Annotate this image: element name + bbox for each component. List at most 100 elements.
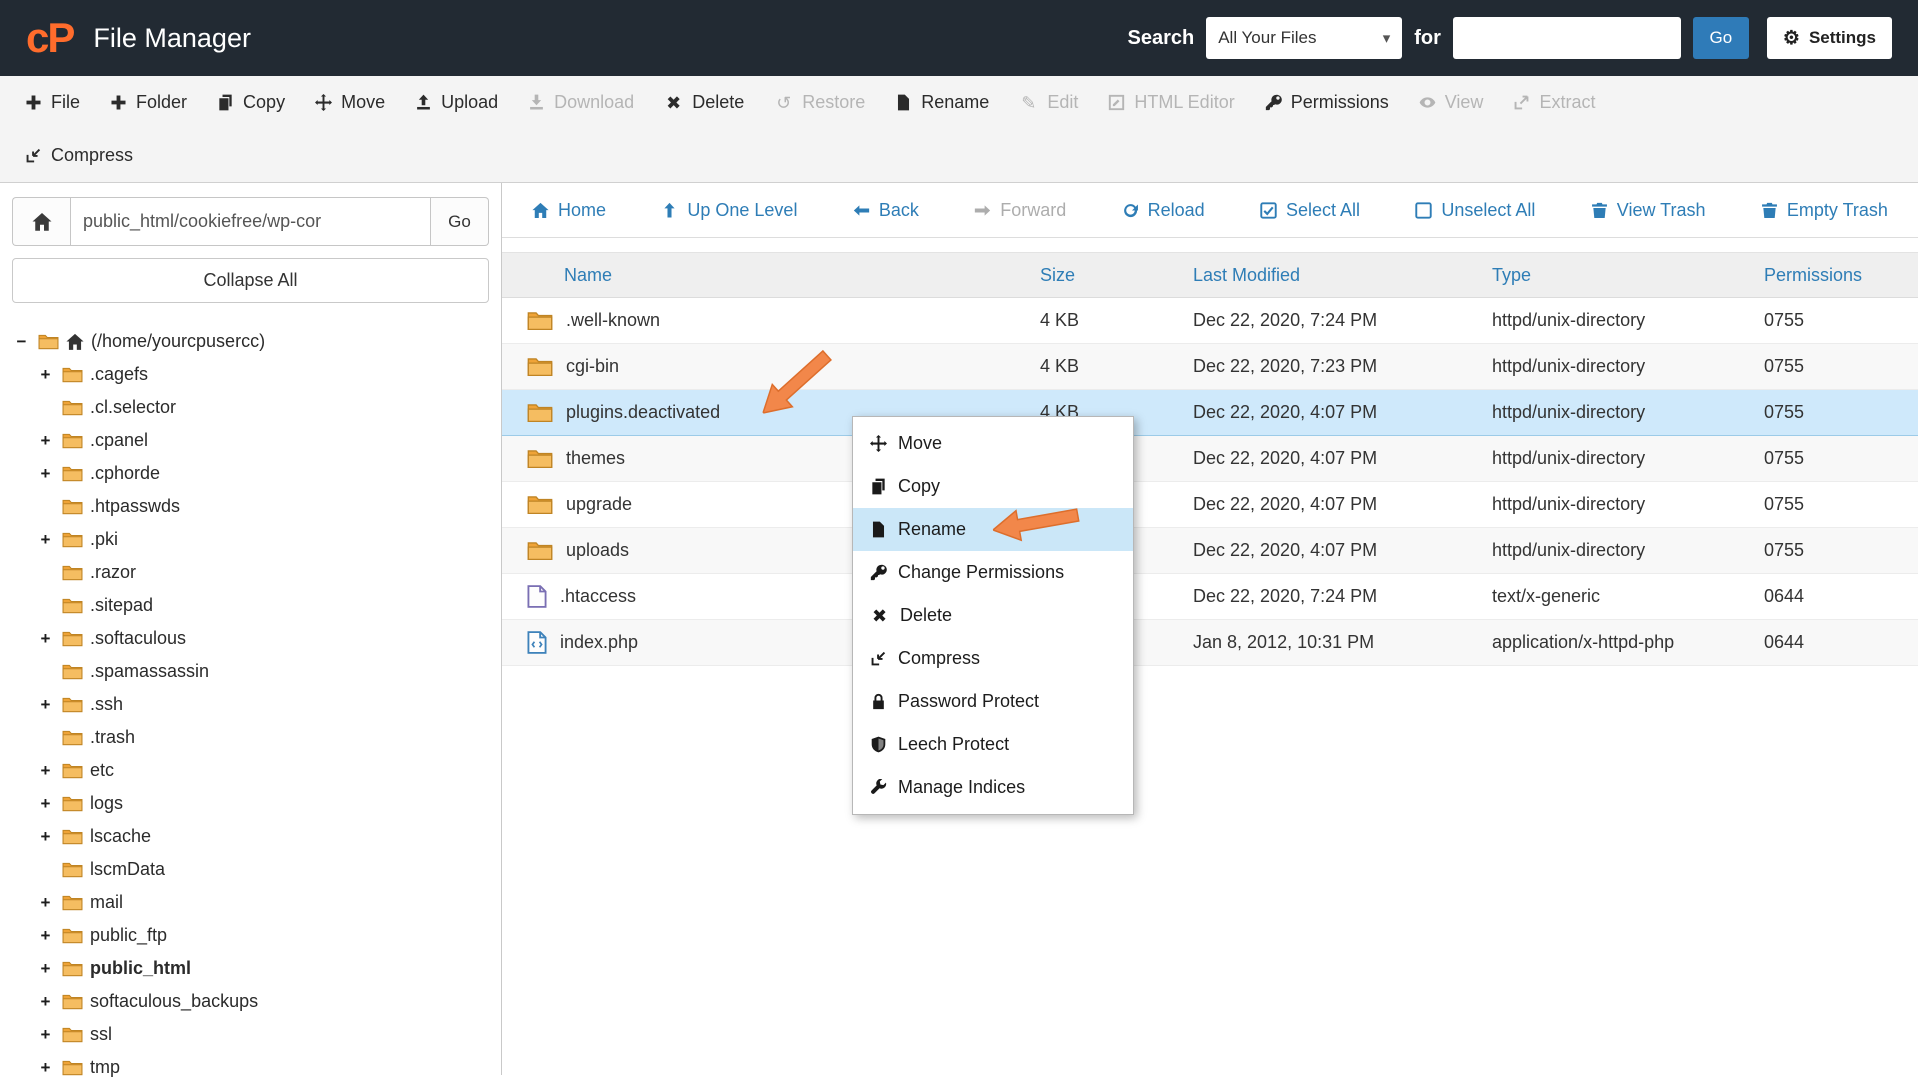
context-menu-manage-indices[interactable]: Manage Indices [853,766,1133,809]
nav-view-trash-button[interactable]: View Trash [1591,200,1706,221]
file-modified: Jan 8, 2012, 10:31 PM [1193,619,1492,666]
nav-unselect-all-button[interactable]: Unselect All [1415,200,1535,221]
folder-icon [527,494,553,515]
table-row[interactable]: uploads Dec 22, 2020, 4:07 PM httpd/unix… [502,527,1918,574]
table-row[interactable]: upgrade Dec 22, 2020, 4:07 PM httpd/unix… [502,481,1918,528]
tree-item-tmp[interactable]: + tmp [36,1051,489,1084]
nav-back-button[interactable]: Back [853,200,919,221]
menu-item-label: Compress [898,648,981,668]
column-header-size[interactable]: Size [1040,252,1193,298]
context-menu-change-permissions[interactable]: Change Permissions [853,551,1133,594]
expand-expander[interactable]: + [36,1058,55,1078]
context-menu-compress[interactable]: Compress [853,637,1133,680]
expand-expander[interactable]: + [36,959,55,979]
context-menu-leech-protect[interactable]: Leech Protect [853,723,1133,766]
file-type: httpd/unix-directory [1492,481,1764,528]
tree-item-lscmdata[interactable]: lscmData [36,853,489,886]
toolbar-file-button[interactable]: File [10,76,95,129]
tree-item-cphorde[interactable]: + .cphorde [36,457,489,490]
column-header-type[interactable]: Type [1492,252,1764,298]
tree-item-root[interactable]: − (/home/yourcpusercc) [12,325,489,358]
tree-label: .trash [90,727,136,747]
tree-item-mail[interactable]: + mail [36,886,489,919]
tree-item-spamassassin[interactable]: .spamassassin [36,655,489,688]
nav-home-button[interactable]: Home [532,200,606,221]
collapse-all-button[interactable]: Collapse All [12,258,489,303]
tree-item-softaculous-backups[interactable]: + softaculous_backups [36,985,489,1018]
expand-expander[interactable]: + [36,431,55,451]
expand-expander[interactable]: + [36,992,55,1012]
toolbar-folder-button[interactable]: Folder [95,76,202,129]
tree-item-cl-selector[interactable]: .cl.selector [36,391,489,424]
toolbar-copy-button[interactable]: Copy [202,76,300,129]
expand-expander[interactable]: + [36,827,55,847]
nav-select-all-button[interactable]: Select All [1260,200,1360,221]
tree-item-lscache[interactable]: + lscache [36,820,489,853]
expand-expander[interactable]: + [36,365,55,385]
expand-expander[interactable]: + [36,761,55,781]
path-input[interactable] [70,197,431,246]
toolbar-rename-button[interactable]: Rename [880,76,1004,129]
tree-item-trash[interactable]: .trash [36,721,489,754]
toolbar-compress-button[interactable]: Compress [10,129,148,182]
toolbar-upload-button[interactable]: Upload [400,76,513,129]
context-menu-delete[interactable]: ✖ Delete [853,594,1133,637]
html-editor-icon [1108,94,1125,111]
table-row[interactable]: .htaccess Dec 22, 2020, 7:24 PM text/x-g… [502,573,1918,620]
folder-icon [62,861,83,878]
context-menu-rename[interactable]: Rename [853,508,1133,551]
delete-icon: ✖ [666,92,682,113]
settings-button[interactable]: ⚙ Settings [1766,17,1892,59]
tree-item-sitepad[interactable]: .sitepad [36,589,489,622]
expand-expander[interactable]: + [36,695,55,715]
nav-empty-trash-button[interactable]: Empty Trash [1761,200,1888,221]
tree-item-ssl[interactable]: + ssl [36,1018,489,1051]
table-row[interactable]: cgi-bin 4 KB Dec 22, 2020, 7:23 PM httpd… [502,343,1918,390]
toolbar-delete-button[interactable]: ✖ Delete [649,76,759,129]
toolbar-permissions-button[interactable]: Permissions [1250,76,1404,129]
search-input[interactable] [1452,17,1681,59]
tree-item-etc[interactable]: + etc [36,754,489,787]
expand-expander[interactable]: + [36,1025,55,1045]
expand-expander[interactable]: + [36,794,55,814]
collapse-expander[interactable]: − [12,332,31,352]
path-go-button[interactable]: Go [431,197,489,246]
folder-icon [527,356,553,377]
expand-expander[interactable]: + [36,530,55,550]
expand-expander[interactable]: + [36,893,55,913]
folder-icon [62,762,83,779]
tree-item-cagefs[interactable]: + .cagefs [36,358,489,391]
tree-item-pki[interactable]: + .pki [36,523,489,556]
toolbar-move-button[interactable]: Move [300,76,400,129]
path-home-button[interactable] [12,197,70,246]
tree-item-logs[interactable]: + logs [36,787,489,820]
nav-up-one-level-button[interactable]: Up One Level [661,200,797,221]
context-menu-password-protect[interactable]: Password Protect [853,680,1133,723]
tree-item-public-html[interactable]: + public_html [36,952,489,985]
tree-item-softaculous[interactable]: + .softaculous [36,622,489,655]
expand-expander[interactable]: + [36,926,55,946]
tree-item-public-ftp[interactable]: + public_ftp [36,919,489,952]
context-menu-move[interactable]: Move [853,422,1133,465]
table-row[interactable]: index.php Jan 8, 2012, 10:31 PM applicat… [502,619,1918,666]
file-modified: Dec 22, 2020, 4:07 PM [1193,527,1492,574]
search-scope-select[interactable]: All Your Files ▾ [1206,17,1403,59]
tree-item-razor[interactable]: .razor [36,556,489,589]
table-row[interactable]: themes Dec 22, 2020, 4:07 PM httpd/unix-… [502,435,1918,482]
nav-label: Forward [1000,199,1067,220]
expand-expander[interactable]: + [36,629,55,649]
toolbar-label: Edit [1047,92,1079,112]
tree-item-cpanel[interactable]: + .cpanel [36,424,489,457]
context-menu-copy[interactable]: Copy [853,465,1133,508]
table-row[interactable]: .well-known 4 KB Dec 22, 2020, 7:24 PM h… [502,297,1918,344]
nav-reload-button[interactable]: Reload [1122,200,1205,221]
expand-expander[interactable]: + [36,464,55,484]
column-header-last-modified[interactable]: Last Modified [1193,252,1492,298]
table-row-selected[interactable]: plugins.deactivated 4 KB Dec 22, 2020, 4… [502,389,1918,436]
tree-item-htpasswds[interactable]: .htpasswds [36,490,489,523]
column-header-name[interactable]: Name [502,252,1040,298]
tree-item-ssh[interactable]: + .ssh [36,688,489,721]
search-go-button[interactable]: Go [1692,17,1749,59]
column-header-permissions[interactable]: Permissions [1764,252,1918,298]
tree-label: .ssh [90,694,124,714]
